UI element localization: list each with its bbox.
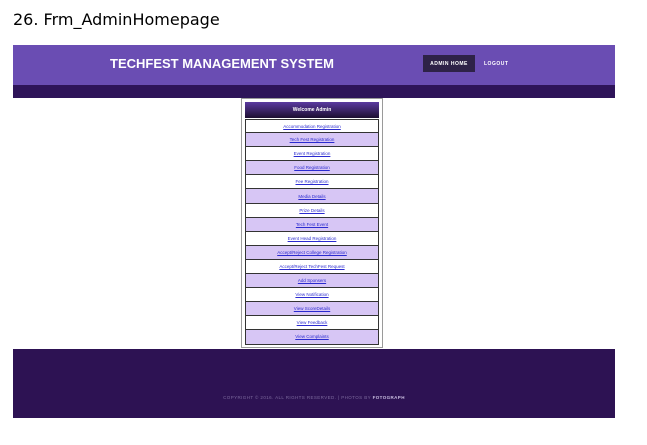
menu-link-fee-registration[interactable]: Fee Registration (245, 175, 379, 190)
document-caption: 26. Frm_AdminHomepage (13, 10, 220, 29)
site-title: TECHFEST MANAGEMENT SYSTEM (110, 56, 334, 71)
site-header: TECHFEST MANAGEMENT SYSTEM ADMIN HOME LO… (13, 45, 615, 85)
admin-menu-panel: Welcome Admin Accommodation Registration… (241, 98, 383, 348)
menu-link-prize-details[interactable]: Prize Details (245, 203, 379, 218)
nav-logout-button[interactable]: LOGOUT (484, 55, 508, 72)
menu-link-accommodation-registration[interactable]: Accommodation Registration (245, 119, 379, 134)
menu-link-view-complaints[interactable]: View Complaints (245, 330, 379, 345)
menu-link-view-scoredetails[interactable]: View ScoreDetails (245, 302, 379, 317)
menu-link-event-head-registration[interactable]: Event Head Registration (245, 231, 379, 246)
footer-copyright: COPYRIGHT © 2016. ALL RIGHTS RESERVED. |… (13, 395, 615, 400)
menu-link-tech-fest-event[interactable]: Tech Fest Event (245, 217, 379, 232)
header-strip (13, 85, 615, 98)
menu-heading: Welcome Admin (245, 102, 379, 118)
admin-homepage: TECHFEST MANAGEMENT SYSTEM ADMIN HOME LO… (13, 45, 615, 418)
menu-link-tech-fest-registration[interactable]: Tech Fest Registration (245, 133, 379, 148)
menu-link-food-registration[interactable]: Food Registration (245, 161, 379, 176)
photographer-link[interactable]: FOTOGRAPH (373, 395, 405, 400)
site-footer: COPYRIGHT © 2016. ALL RIGHTS RESERVED. |… (13, 349, 615, 418)
menu-link-event-registration[interactable]: Event Registration (245, 147, 379, 162)
admin-menu-list: Accommodation Registration Tech Fest Reg… (245, 119, 379, 345)
menu-link-accept-reject-techfest[interactable]: Accept/Reject TechFest Request (245, 259, 379, 275)
nav-admin-home-button[interactable]: ADMIN HOME (423, 55, 475, 72)
menu-link-add-sponsers[interactable]: Add Sponsers (245, 274, 379, 289)
menu-link-view-notification[interactable]: View Notification (245, 288, 379, 303)
menu-link-media-details[interactable]: Media Details (245, 189, 379, 204)
copyright-text: COPYRIGHT © 2016. ALL RIGHTS RESERVED. |… (223, 395, 371, 400)
menu-link-view-feedback[interactable]: View Feedback (245, 316, 379, 331)
menu-link-accept-reject-college[interactable]: Accept/Reject College Registration (245, 245, 379, 260)
